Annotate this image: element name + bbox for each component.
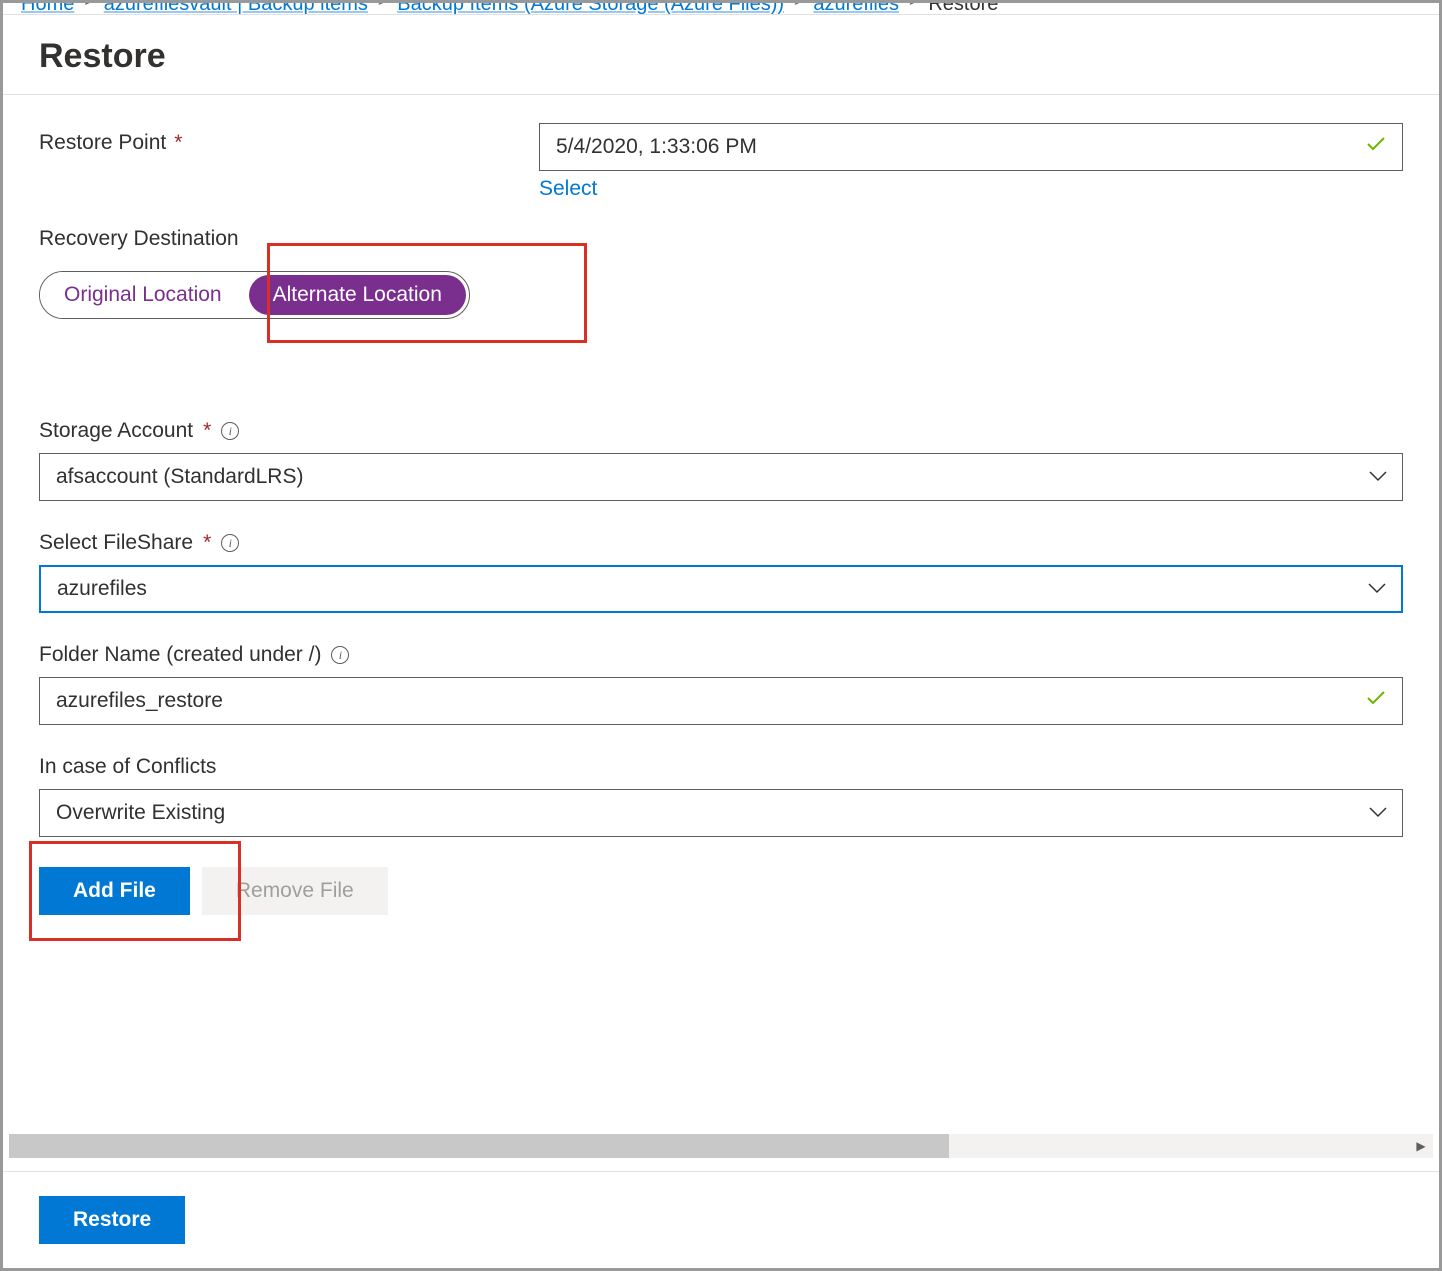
fileshare-dropdown[interactable]: azurefiles xyxy=(39,565,1403,613)
content-area: Restore Restore Point * 5/4/2020, 1:33:0… xyxy=(3,15,1439,915)
alternate-location-option[interactable]: Alternate Location xyxy=(249,275,466,315)
conflicts-label: In case of Conflicts xyxy=(39,755,1403,779)
fileshare-label-text: Select FileShare xyxy=(39,531,193,555)
chevron-right-icon: > xyxy=(794,0,803,11)
conflicts-label-text: In case of Conflicts xyxy=(39,755,216,779)
folder-name-value: azurefiles_restore xyxy=(56,689,223,713)
breadcrumb-current: Restore xyxy=(928,0,998,15)
storage-account-label: Storage Account * i xyxy=(39,419,1403,443)
fileshare-value: azurefiles xyxy=(57,577,147,601)
restore-point-label: Restore Point * xyxy=(39,123,539,155)
divider xyxy=(3,94,1439,95)
file-buttons-row: Add File Remove File xyxy=(39,867,1403,915)
restore-point-row: Restore Point * 5/4/2020, 1:33:06 PM Sel… xyxy=(39,123,1403,201)
storage-account-dropdown[interactable]: afsaccount (StandardLRS) xyxy=(39,453,1403,501)
required-icon: * xyxy=(203,531,211,555)
folder-name-label-text: Folder Name (created under /) xyxy=(39,643,321,667)
conflicts-field: In case of Conflicts Overwrite Existing xyxy=(39,755,1403,837)
recovery-destination-toggle: Original Location Alternate Location xyxy=(39,271,470,319)
info-icon[interactable]: i xyxy=(221,422,239,440)
horizontal-scrollbar[interactable]: ▶ xyxy=(9,1134,1433,1158)
chevron-right-icon: > xyxy=(84,0,93,11)
folder-name-input[interactable]: azurefiles_restore xyxy=(39,677,1403,725)
restore-window: Home > azurefilesvault | Backup items > … xyxy=(0,0,1442,1271)
folder-name-label: Folder Name (created under /) i xyxy=(39,643,1403,667)
footer-bar: Restore xyxy=(3,1171,1439,1268)
conflicts-dropdown[interactable]: Overwrite Existing xyxy=(39,789,1403,837)
restore-point-input-col: 5/4/2020, 1:33:06 PM Select xyxy=(539,123,1403,201)
restore-point-value: 5/4/2020, 1:33:06 PM xyxy=(556,135,757,159)
recovery-destination-label: Recovery Destination xyxy=(39,227,1403,251)
scrollbar-right-button[interactable]: ▶ xyxy=(1409,1134,1433,1158)
chevron-down-icon xyxy=(1368,801,1388,825)
scrollbar-thumb[interactable] xyxy=(9,1134,949,1158)
breadcrumb-vault[interactable]: azurefilesvault | Backup items xyxy=(104,0,368,15)
check-icon xyxy=(1364,686,1388,716)
recovery-destination-toggle-wrap: Original Location Alternate Location xyxy=(39,271,1403,319)
restore-point-input[interactable]: 5/4/2020, 1:33:06 PM xyxy=(539,123,1403,171)
info-icon[interactable]: i xyxy=(331,646,349,664)
breadcrumb-backup-items[interactable]: Backup Items (Azure Storage (Azure Files… xyxy=(397,0,784,15)
chevron-right-icon: > xyxy=(909,0,918,11)
fileshare-label: Select FileShare * i xyxy=(39,531,1403,555)
select-restore-point-link[interactable]: Select xyxy=(539,177,597,201)
breadcrumb-home[interactable]: Home xyxy=(21,0,74,15)
original-location-option[interactable]: Original Location xyxy=(40,272,246,318)
breadcrumb: Home > azurefilesvault | Backup items > … xyxy=(3,0,1439,15)
info-icon[interactable]: i xyxy=(221,534,239,552)
chevron-right-icon: > xyxy=(378,0,387,11)
conflicts-value: Overwrite Existing xyxy=(56,801,225,825)
chevron-down-icon xyxy=(1368,465,1388,489)
required-icon: * xyxy=(203,419,211,443)
remove-file-button: Remove File xyxy=(202,867,388,915)
breadcrumb-azurefiles[interactable]: azurefiles xyxy=(813,0,899,15)
storage-account-value: afsaccount (StandardLRS) xyxy=(56,465,303,489)
add-file-button[interactable]: Add File xyxy=(39,867,190,915)
storage-account-field: Storage Account * i afsaccount (Standard… xyxy=(39,419,1403,501)
scrollbar-track[interactable] xyxy=(949,1134,1409,1158)
fileshare-field: Select FileShare * i azurefiles xyxy=(39,531,1403,613)
recovery-destination-label-text: Recovery Destination xyxy=(39,227,239,251)
check-icon xyxy=(1364,132,1388,162)
storage-account-label-text: Storage Account xyxy=(39,419,193,443)
chevron-down-icon xyxy=(1367,577,1387,601)
folder-name-field: Folder Name (created under /) i azurefil… xyxy=(39,643,1403,725)
restore-button[interactable]: Restore xyxy=(39,1196,185,1244)
page-title: Restore xyxy=(39,37,1403,76)
restore-point-label-text: Restore Point xyxy=(39,131,166,155)
required-icon: * xyxy=(174,131,182,155)
